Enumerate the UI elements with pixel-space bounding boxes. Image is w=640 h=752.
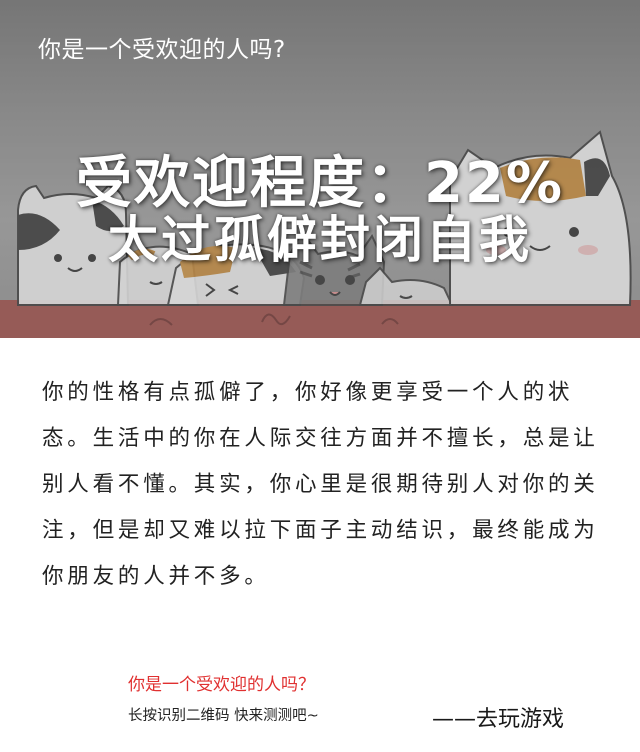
result-banner: 你是一个受欢迎的人吗? 受欢迎程度：22% 太过孤僻封闭自我 <box>0 0 640 338</box>
footer-question: 你是一个受欢迎的人吗？ <box>128 675 315 695</box>
source-signature: ——去玩游戏 <box>432 707 565 732</box>
result-description: 你的性格有点孤僻了，你好像更享受一个人的状态。生活中的你在人际交往方面并不擅长，… <box>42 380 599 589</box>
qr-code-hint: 长按识别二维码 快来测测吧~ <box>128 708 319 724</box>
quiz-title: 你是一个受欢迎的人吗? <box>38 37 286 63</box>
result-verdict: 太过孤僻封闭自我 <box>108 211 532 269</box>
